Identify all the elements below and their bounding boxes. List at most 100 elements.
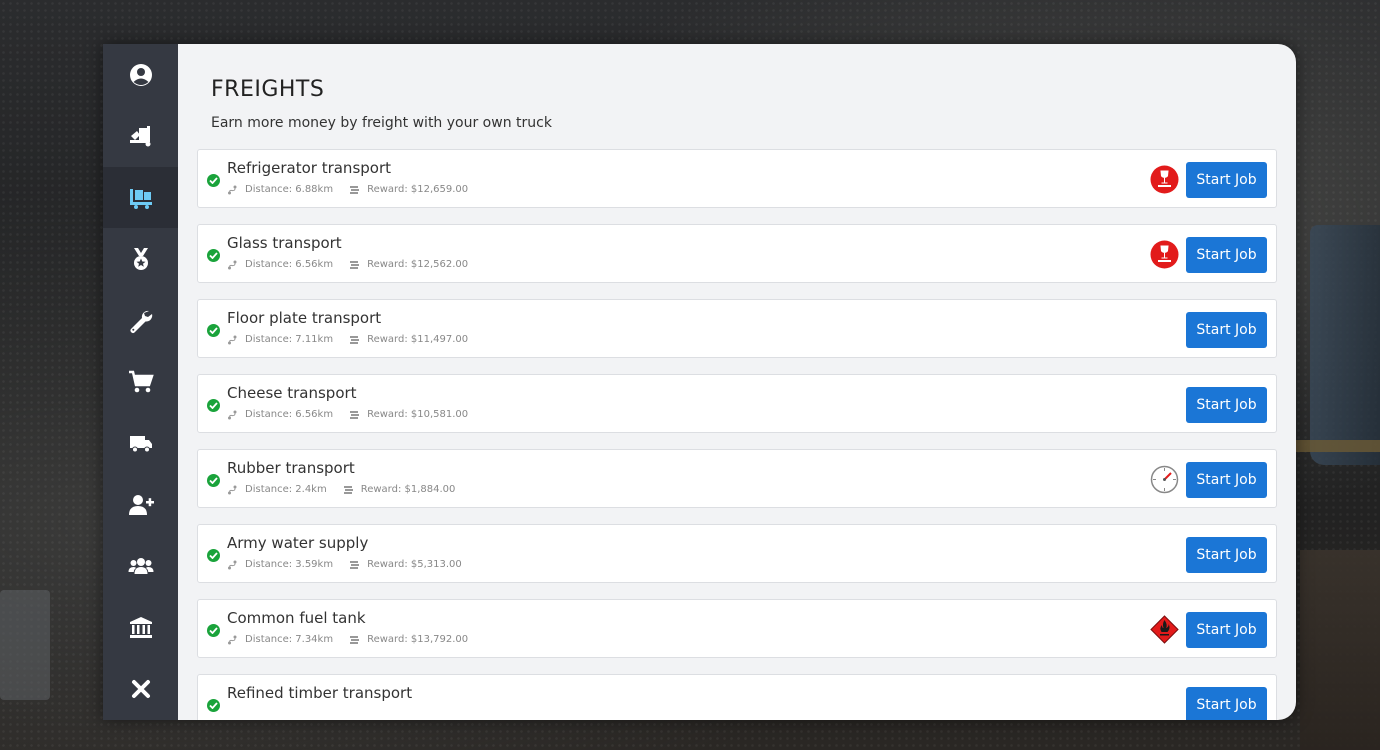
start-job-button[interactable]: Start Job xyxy=(1186,312,1267,348)
freight-meta: Distance: 6.56km Reward: $10,581.00 xyxy=(227,409,468,420)
freight-distance: Distance: 3.59km xyxy=(245,559,334,570)
sidebar xyxy=(103,44,178,720)
freight-item: Common fuel tank Distance: 7.34km Reward… xyxy=(197,599,1277,658)
route-icon xyxy=(227,635,238,645)
wrench-icon xyxy=(130,310,152,333)
sidebar-item-profile[interactable] xyxy=(103,44,178,105)
start-job-button[interactable]: Start Job xyxy=(1186,537,1267,573)
users-icon xyxy=(128,558,153,575)
freight-title: Army water supply xyxy=(227,534,369,552)
route-icon xyxy=(227,410,238,420)
medal-icon xyxy=(133,248,148,271)
sidebar-item-shop[interactable] xyxy=(103,351,178,412)
truck-icon xyxy=(129,436,152,453)
fragile-badge-icon xyxy=(1150,165,1179,194)
bank-icon xyxy=(129,616,152,638)
freight-reward: Reward: $5,313.00 xyxy=(367,559,462,570)
sidebar-item-freights[interactable] xyxy=(103,166,178,229)
route-icon xyxy=(227,560,238,570)
freight-item: Refined timber transport Start Job xyxy=(197,674,1277,720)
background-box xyxy=(1300,550,1380,750)
start-job-button[interactable]: Start Job xyxy=(1186,387,1267,423)
truck-loading-icon xyxy=(129,126,150,147)
freight-meta: Distance: 7.11km Reward: $11,497.00 xyxy=(227,334,468,345)
sidebar-item-close[interactable] xyxy=(103,659,178,720)
sidebar-item-bank[interactable] xyxy=(103,597,178,658)
money-icon xyxy=(349,560,360,570)
background-outlet xyxy=(0,590,50,700)
freight-item: Glass transport Distance: 6.56km Reward:… xyxy=(197,224,1277,283)
main-content: FREIGHTS Earn more money by freight with… xyxy=(178,44,1296,720)
freight-meta: Distance: 3.59km Reward: $5,313.00 xyxy=(227,559,462,570)
route-icon xyxy=(227,485,238,495)
start-job-button[interactable]: Start Job xyxy=(1186,237,1267,273)
freight-title: Common fuel tank xyxy=(227,609,366,627)
pallet-boxes-icon xyxy=(129,188,152,209)
freight-title: Rubber transport xyxy=(227,459,355,477)
user-circle-icon xyxy=(129,63,152,86)
freight-reward: Reward: $13,792.00 xyxy=(367,634,469,645)
freight-item: Cheese transport Distance: 6.56km Reward… xyxy=(197,374,1277,433)
freight-title: Refrigerator transport xyxy=(227,159,392,177)
freight-item: Floor plate transport Distance: 7.11km R… xyxy=(197,299,1277,358)
sidebar-item-trucks[interactable] xyxy=(103,413,178,474)
freight-item: Refrigerator transport Distance: 6.88km … xyxy=(197,149,1277,208)
close-icon xyxy=(131,680,150,699)
sidebar-item-employees[interactable] xyxy=(103,536,178,597)
available-check-icon xyxy=(207,399,220,412)
available-check-icon xyxy=(207,249,220,262)
freight-reward: Reward: $11,497.00 xyxy=(367,334,469,345)
money-icon xyxy=(349,635,360,645)
money-icon xyxy=(349,335,360,345)
page-subtitle: Earn more money by freight with your own… xyxy=(211,115,552,131)
route-icon xyxy=(227,185,238,195)
fragile-badge-icon xyxy=(1150,240,1179,269)
freight-item: Rubber transport Distance: 2.4km Reward:… xyxy=(197,449,1277,508)
freight-meta: Distance: 2.4km Reward: $1,884.00 xyxy=(227,484,455,495)
freight-distance: Distance: 6.56km xyxy=(245,259,334,270)
freight-distance: Distance: 7.34km xyxy=(245,634,334,645)
background-bucket xyxy=(1310,225,1380,465)
available-check-icon xyxy=(207,474,220,487)
start-job-button[interactable]: Start Job xyxy=(1186,687,1267,720)
freight-distance: Distance: 2.4km xyxy=(245,484,327,495)
route-icon xyxy=(227,335,238,345)
money-icon xyxy=(343,485,354,495)
available-check-icon xyxy=(207,699,220,712)
background-shelf xyxy=(1296,440,1380,452)
freight-reward: Reward: $10,581.00 xyxy=(367,409,469,420)
urgent-clock-badge-icon xyxy=(1150,465,1179,494)
freight-reward: Reward: $12,562.00 xyxy=(367,259,469,270)
start-job-button[interactable]: Start Job xyxy=(1186,612,1267,648)
freights-window: FREIGHTS Earn more money by freight with… xyxy=(103,44,1296,720)
money-icon xyxy=(349,410,360,420)
start-job-button[interactable]: Start Job xyxy=(1186,462,1267,498)
available-check-icon xyxy=(207,324,220,337)
freight-title: Floor plate transport xyxy=(227,309,382,327)
freight-reward: Reward: $1,884.00 xyxy=(360,484,456,495)
freight-title: Refined timber transport xyxy=(227,684,413,702)
freight-meta: Distance: 7.34km Reward: $13,792.00 xyxy=(227,634,468,645)
freight-meta: Distance: 6.88km Reward: $12,659.00 xyxy=(227,184,468,195)
freight-list: Refrigerator transport Distance: 6.88km … xyxy=(197,149,1277,720)
freight-distance: Distance: 7.11km xyxy=(245,334,334,345)
freight-title: Cheese transport xyxy=(227,384,357,402)
freight-distance: Distance: 6.56km xyxy=(245,409,334,420)
available-check-icon xyxy=(207,174,220,187)
available-check-icon xyxy=(207,624,220,637)
freight-reward: Reward: $12,659.00 xyxy=(367,184,469,195)
available-check-icon xyxy=(207,549,220,562)
flammable-badge-icon xyxy=(1150,615,1179,644)
sidebar-item-truck-loading[interactable] xyxy=(103,105,178,166)
sidebar-item-upgrades[interactable] xyxy=(103,290,178,351)
page-title: FREIGHTS xyxy=(211,77,325,102)
money-icon xyxy=(349,260,360,270)
user-plus-icon xyxy=(128,494,154,515)
freight-title: Glass transport xyxy=(227,234,342,252)
sidebar-item-hire[interactable] xyxy=(103,474,178,535)
sidebar-item-achievements[interactable] xyxy=(103,228,178,289)
start-job-button[interactable]: Start Job xyxy=(1186,162,1267,198)
freight-distance: Distance: 6.88km xyxy=(245,184,334,195)
freight-meta: Distance: 6.56km Reward: $12,562.00 xyxy=(227,259,468,270)
shopping-cart-icon xyxy=(128,370,154,393)
